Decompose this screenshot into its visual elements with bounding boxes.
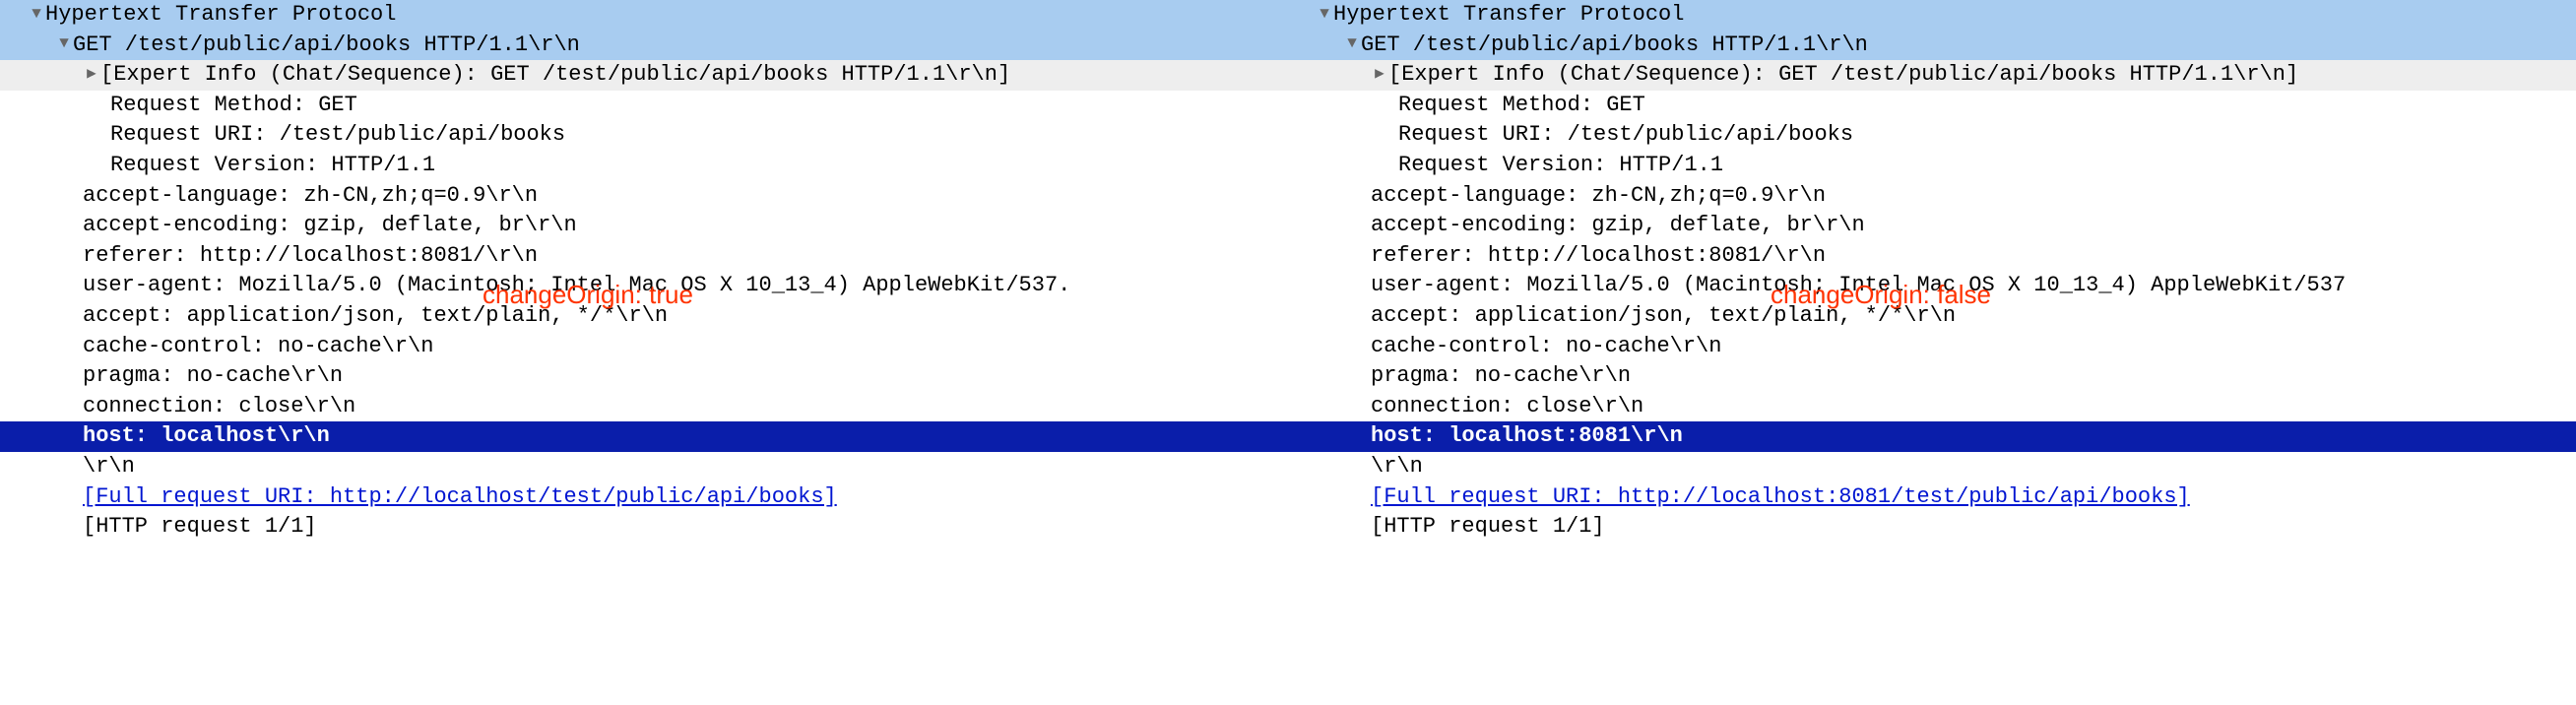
- request-version-text: Request Version: HTTP/1.1: [110, 153, 435, 177]
- accept-encoding-row[interactable]: accept-encoding: gzip, deflate, br\r\n: [0, 211, 1288, 241]
- request-method-text: Request Method: GET: [110, 93, 357, 117]
- request-uri-row[interactable]: Request URI: /test/public/api/books: [0, 120, 1288, 151]
- request-uri-row[interactable]: Request URI: /test/public/api/books: [1288, 120, 2576, 151]
- accept-encoding-text: accept-encoding: gzip, deflate, br\r\n: [83, 213, 577, 237]
- request-version-text: Request Version: HTTP/1.1: [1398, 153, 1723, 177]
- http-request-text: [HTTP request 1/1]: [83, 514, 317, 539]
- annotation-right: changeOrigin: false: [1771, 279, 1991, 312]
- request-line-row[interactable]: GET /test/public/api/books HTTP/1.1\r\n: [1288, 31, 2576, 61]
- referer-text: referer: http://localhost:8081/\r\n: [83, 243, 538, 268]
- pragma-row[interactable]: pragma: no-cache\r\n: [1288, 361, 2576, 392]
- accept-language-text: accept-language: zh-CN,zh;q=0.9\r\n: [1371, 183, 1826, 208]
- annotation-left: changeOrigin: true: [483, 279, 693, 312]
- full-uri-row[interactable]: [Full request URI: http://localhost:8081…: [1288, 482, 2576, 513]
- host-row[interactable]: host: localhost:8081\r\n: [1288, 421, 2576, 452]
- disclosure-triangle-icon[interactable]: [55, 33, 73, 54]
- accept-language-row[interactable]: accept-language: zh-CN,zh;q=0.9\r\n: [0, 181, 1288, 212]
- request-method-row[interactable]: Request Method: GET: [1288, 91, 2576, 121]
- connection-row[interactable]: connection: close\r\n: [1288, 392, 2576, 422]
- disclosure-triangle-icon[interactable]: [28, 4, 45, 25]
- request-method-text: Request Method: GET: [1398, 93, 1645, 117]
- tree-root[interactable]: Hypertext Transfer Protocol: [1288, 0, 2576, 31]
- expert-info-row[interactable]: [Expert Info (Chat/Sequence): GET /test/…: [1288, 60, 2576, 91]
- request-uri-text: Request URI: /test/public/api/books: [110, 122, 565, 147]
- accept-language-row[interactable]: accept-language: zh-CN,zh;q=0.9\r\n: [1288, 181, 2576, 212]
- cache-control-text: cache-control: no-cache\r\n: [83, 334, 433, 358]
- request-version-row[interactable]: Request Version: HTTP/1.1: [0, 151, 1288, 181]
- cache-control-text: cache-control: no-cache\r\n: [1371, 334, 1721, 358]
- root-label: Hypertext Transfer Protocol: [1333, 2, 1684, 27]
- disclosure-triangle-icon[interactable]: [1343, 33, 1361, 54]
- request-line-text: GET /test/public/api/books HTTP/1.1\r\n: [1361, 32, 1868, 57]
- pragma-text: pragma: no-cache\r\n: [83, 363, 343, 388]
- blank-row[interactable]: \r\n: [0, 452, 1288, 482]
- blank-row[interactable]: \r\n: [1288, 452, 2576, 482]
- disclosure-triangle-icon[interactable]: [83, 64, 100, 85]
- host-text: host: localhost:8081\r\n: [1288, 423, 1683, 448]
- connection-text: connection: close\r\n: [1371, 394, 1643, 418]
- full-uri-link[interactable]: [Full request URI: http://localhost:8081…: [1371, 484, 2190, 509]
- accept-encoding-text: accept-encoding: gzip, deflate, br\r\n: [1371, 213, 1865, 237]
- http-request-row[interactable]: [HTTP request 1/1]: [0, 512, 1288, 543]
- connection-row[interactable]: connection: close\r\n: [0, 392, 1288, 422]
- expert-info-row[interactable]: [Expert Info (Chat/Sequence): GET /test/…: [0, 60, 1288, 91]
- pragma-text: pragma: no-cache\r\n: [1371, 363, 1631, 388]
- cache-control-row[interactable]: cache-control: no-cache\r\n: [0, 332, 1288, 362]
- accept-encoding-row[interactable]: accept-encoding: gzip, deflate, br\r\n: [1288, 211, 2576, 241]
- accept-language-text: accept-language: zh-CN,zh;q=0.9\r\n: [83, 183, 538, 208]
- pragma-row[interactable]: pragma: no-cache\r\n: [0, 361, 1288, 392]
- full-uri-row[interactable]: [Full request URI: http://localhost/test…: [0, 482, 1288, 513]
- request-line-row[interactable]: GET /test/public/api/books HTTP/1.1\r\n: [0, 31, 1288, 61]
- full-uri-link[interactable]: [Full request URI: http://localhost/test…: [83, 484, 837, 509]
- disclosure-triangle-icon[interactable]: [1316, 4, 1333, 25]
- request-method-row[interactable]: Request Method: GET: [0, 91, 1288, 121]
- packet-panel-left: Hypertext Transfer Protocol GET /test/pu…: [0, 0, 1288, 543]
- expert-info-text: [Expert Info (Chat/Sequence): GET /test/…: [100, 62, 1010, 87]
- host-text: host: localhost\r\n: [0, 423, 330, 448]
- connection-text: connection: close\r\n: [83, 394, 355, 418]
- expert-info-text: [Expert Info (Chat/Sequence): GET /test/…: [1388, 62, 2298, 87]
- request-line-text: GET /test/public/api/books HTTP/1.1\r\n: [73, 32, 580, 57]
- blank-text: \r\n: [1371, 454, 1423, 479]
- referer-text: referer: http://localhost:8081/\r\n: [1371, 243, 1826, 268]
- blank-text: \r\n: [83, 454, 135, 479]
- request-uri-text: Request URI: /test/public/api/books: [1398, 122, 1853, 147]
- cache-control-row[interactable]: cache-control: no-cache\r\n: [1288, 332, 2576, 362]
- request-version-row[interactable]: Request Version: HTTP/1.1: [1288, 151, 2576, 181]
- tree-root[interactable]: Hypertext Transfer Protocol: [0, 0, 1288, 31]
- http-request-text: [HTTP request 1/1]: [1371, 514, 1605, 539]
- packet-panel-right: Hypertext Transfer Protocol GET /test/pu…: [1288, 0, 2576, 543]
- root-label: Hypertext Transfer Protocol: [45, 2, 396, 27]
- host-row[interactable]: host: localhost\r\n: [0, 421, 1288, 452]
- referer-row[interactable]: referer: http://localhost:8081/\r\n: [0, 241, 1288, 272]
- referer-row[interactable]: referer: http://localhost:8081/\r\n: [1288, 241, 2576, 272]
- http-request-row[interactable]: [HTTP request 1/1]: [1288, 512, 2576, 543]
- disclosure-triangle-icon[interactable]: [1371, 64, 1388, 85]
